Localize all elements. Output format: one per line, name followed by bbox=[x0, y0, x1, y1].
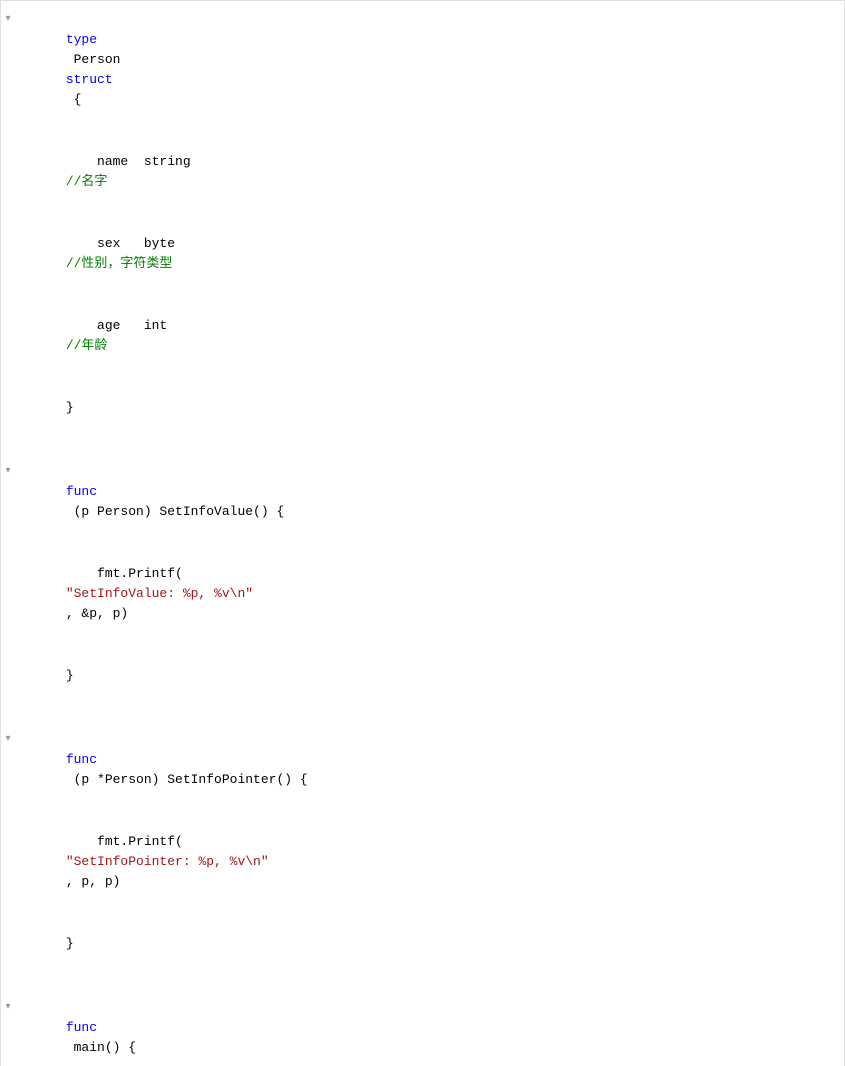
code-line-9: } bbox=[1, 645, 844, 707]
comment-text: //性别，字符类型 bbox=[66, 256, 173, 271]
code-line-15: ▾ func main() { bbox=[1, 997, 844, 1066]
plain-text: , p, p) bbox=[66, 874, 121, 889]
plain-text: age int bbox=[66, 318, 206, 333]
code-line-7: ▾ func (p Person) SetInfoValue() { bbox=[1, 461, 844, 543]
code-line-2: name string //名字 bbox=[1, 131, 844, 213]
code-editor: ▾ type Person struct { name string //名字 … bbox=[0, 0, 845, 1066]
line-content-1: type Person struct { bbox=[15, 10, 844, 130]
line-content-5: } bbox=[15, 378, 844, 438]
code-line-11: ▾ func (p *Person) SetInfoPointer() { bbox=[1, 729, 844, 811]
line-content-6 bbox=[15, 440, 844, 460]
keyword-type: type bbox=[66, 32, 97, 47]
plain-text: (p Person) SetInfoValue() { bbox=[66, 504, 284, 519]
line-content-11: func (p *Person) SetInfoPointer() { bbox=[15, 730, 844, 810]
keyword-func: func bbox=[66, 484, 97, 499]
keyword-func: func bbox=[66, 1020, 97, 1035]
keyword-func: func bbox=[66, 752, 97, 767]
plain-text: (p *Person) SetInfoPointer() { bbox=[66, 772, 308, 787]
plain-text: { bbox=[66, 92, 82, 107]
fold-icon-11[interactable]: ▾ bbox=[1, 730, 15, 750]
code-line-13: } bbox=[1, 913, 844, 975]
plain-text: main() { bbox=[66, 1040, 136, 1055]
plain-text: } bbox=[66, 936, 74, 951]
plain-text: fmt.Printf( bbox=[66, 834, 183, 849]
comment-text: //年龄 bbox=[66, 338, 108, 353]
code-line-8: fmt.Printf( "SetInfoValue: %p, %v\n" , &… bbox=[1, 543, 844, 645]
line-content-14 bbox=[15, 976, 844, 996]
code-line-5: } bbox=[1, 377, 844, 439]
plain-text: } bbox=[66, 668, 74, 683]
code-line-3: sex byte //性别，字符类型 bbox=[1, 213, 844, 295]
code-line-4: age int //年龄 bbox=[1, 295, 844, 377]
plain-text: fmt.Printf( bbox=[66, 566, 183, 581]
line-content-10 bbox=[15, 708, 844, 728]
line-content-13: } bbox=[15, 914, 844, 974]
fold-icon-7[interactable]: ▾ bbox=[1, 462, 15, 482]
code-line-10 bbox=[1, 707, 844, 729]
plain-text: name string bbox=[66, 154, 206, 169]
code-line-12: fmt.Printf( "SetInfoPointer: %p, %v\n" ,… bbox=[1, 811, 844, 913]
comment-text: //名字 bbox=[66, 174, 108, 189]
plain-text: Person bbox=[66, 52, 128, 67]
plain-text: } bbox=[66, 400, 74, 415]
line-content-8: fmt.Printf( "SetInfoValue: %p, %v\n" , &… bbox=[15, 544, 844, 644]
code-line-14 bbox=[1, 975, 844, 997]
line-content-4: age int //年龄 bbox=[15, 296, 844, 376]
fold-icon-15[interactable]: ▾ bbox=[1, 998, 15, 1018]
code-line-6 bbox=[1, 439, 844, 461]
line-content-9: } bbox=[15, 646, 844, 706]
line-content-12: fmt.Printf( "SetInfoPointer: %p, %v\n" ,… bbox=[15, 812, 844, 912]
plain-text: sex byte bbox=[66, 236, 206, 251]
keyword-struct: struct bbox=[66, 72, 113, 87]
line-content-7: func (p Person) SetInfoValue() { bbox=[15, 462, 844, 542]
line-content-3: sex byte //性别，字符类型 bbox=[15, 214, 844, 294]
string-text: "SetInfoValue: %p, %v\n" bbox=[66, 586, 253, 601]
string-text: "SetInfoPointer: %p, %v\n" bbox=[66, 854, 269, 869]
line-content-2: name string //名字 bbox=[15, 132, 844, 212]
code-line-1: ▾ type Person struct { bbox=[1, 9, 844, 131]
line-content-15: func main() { bbox=[15, 998, 844, 1066]
fold-icon-1[interactable]: ▾ bbox=[1, 10, 15, 30]
plain-text: , &p, p) bbox=[66, 606, 128, 621]
